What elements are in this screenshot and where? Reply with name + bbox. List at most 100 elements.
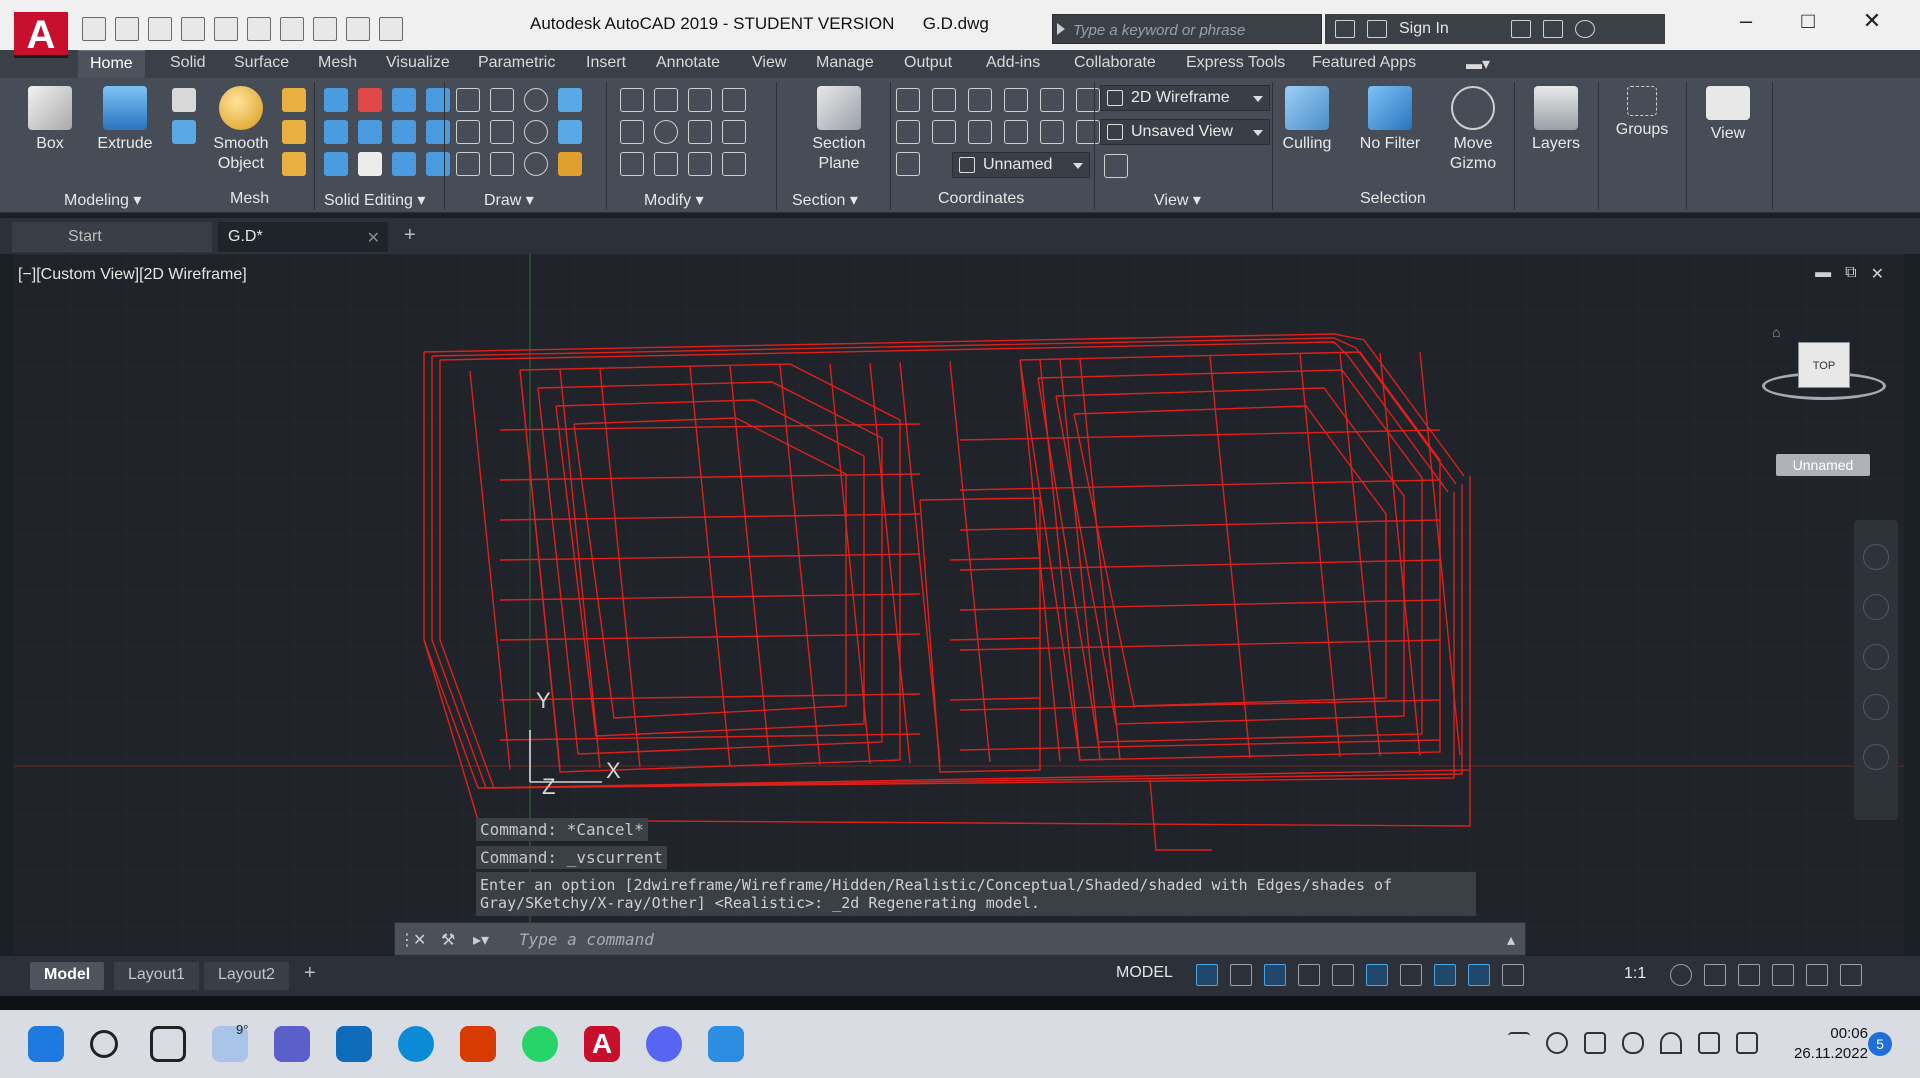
tab-annotate[interactable]: Annotate [656,54,720,72]
edge-icon[interactable] [398,1026,434,1062]
grid-display-icon[interactable] [1196,964,1218,986]
panel-selection-label[interactable]: Selection [1360,190,1426,208]
ucs-menu[interactable]: Unnamed [1776,454,1870,476]
undo-icon[interactable] [313,17,337,41]
add-layout-button[interactable]: + [304,962,316,985]
polar-tracking-icon[interactable] [1298,964,1320,986]
isolate-objects-icon[interactable] [1738,964,1760,986]
cart-icon[interactable] [1510,20,1531,38]
keyboard-icon[interactable] [1584,1032,1606,1054]
viewport-minimize-icon[interactable]: ▬ [1815,264,1831,284]
panel-draw-label[interactable]: Draw ▾ [484,190,534,210]
thicken-icon[interactable] [324,120,348,144]
ucs-x-icon[interactable] [932,120,956,144]
tab-start[interactable]: Start [12,222,212,252]
match-properties-icon[interactable] [558,152,582,176]
drawing-viewport[interactable]: Y X Z [−][Custom View][2D Wireframe] ▬ ⧉… [14,254,1904,954]
tab-manage[interactable]: Manage [816,54,874,72]
presspull-icon[interactable] [172,120,196,144]
viewcube[interactable]: ⌂ TOP [1754,324,1894,452]
tab-express-tools[interactable]: Express Tools [1186,54,1285,72]
visual-style-dropdown[interactable]: 2D Wireframe [1100,85,1270,111]
tab-view[interactable]: View [752,54,786,72]
ucs-z-icon[interactable] [1004,120,1028,144]
discord-icon[interactable] [646,1026,682,1062]
auto-scale-icon[interactable] [1468,964,1490,986]
binoculars-icon[interactable] [1335,20,1355,38]
tab-model[interactable]: Model [30,962,105,990]
panel-coordinates-label[interactable]: Coordinates [938,190,1024,208]
print-icon[interactable] [280,17,304,41]
separate-icon[interactable] [358,152,382,176]
layers-button[interactable]: Layers [1518,86,1594,154]
mesh-primitive-icon[interactable] [282,88,306,112]
ucs-dropdown[interactable]: Unnamed [952,152,1090,178]
tab-document[interactable]: G.D* ✕ [218,222,388,252]
tab-solid[interactable]: Solid [170,54,206,72]
tab-layout1[interactable]: Layout1 [114,962,199,990]
close-tab-icon[interactable]: ✕ [367,228,380,248]
ucs-3point-icon[interactable] [896,120,920,144]
search-icon[interactable] [90,1030,118,1058]
workspace-gear-icon[interactable] [1670,964,1692,986]
object-snap-tracking-icon[interactable] [1366,964,1388,986]
wifi-icon[interactable] [1660,1032,1682,1054]
tab-insert[interactable]: Insert [586,54,626,72]
maximize-button[interactable]: □ [1788,8,1828,34]
remote-desktop-icon[interactable] [708,1026,744,1062]
close-button[interactable]: ✕ [1852,8,1892,34]
tab-parametric[interactable]: Parametric [478,54,555,72]
autocad-taskbar-icon[interactable]: A [584,1026,620,1062]
clean-screen-icon[interactable] [1806,964,1828,986]
recent-commands-icon[interactable]: ▸▾ [473,930,489,950]
open-file-icon[interactable] [115,17,139,41]
model-space-toggle[interactable]: MODEL [1116,964,1173,982]
tab-featured-apps[interactable]: Featured Apps [1312,54,1416,72]
tab-collaborate[interactable]: Collaborate [1074,54,1156,72]
circle-icon[interactable] [524,120,548,144]
slice-icon[interactable] [426,88,450,112]
offset-icon[interactable] [688,152,712,176]
tab-mesh[interactable]: Mesh [318,54,357,72]
viewport-restore-icon[interactable]: ⧉ [1845,264,1856,284]
annotation-scale-icon[interactable] [1502,964,1524,986]
ellipse-icon[interactable] [524,152,548,176]
snap-mode-icon[interactable] [1230,964,1252,986]
application-menu-button[interactable]: A [14,12,68,58]
save-as-icon[interactable] [181,17,205,41]
hardware-acceleration-icon[interactable] [1772,964,1794,986]
rotate-3d-icon[interactable] [688,88,712,112]
save-icon[interactable] [148,17,172,41]
showmotion-icon[interactable] [1863,744,1889,770]
autodesk-app-icon[interactable] [1542,20,1563,38]
annotation-monitor-icon[interactable] [1704,964,1726,986]
panel-modify-label[interactable]: Modify ▾ [644,190,704,210]
extrude-faces-icon[interactable] [426,120,450,144]
drawing-canvas[interactable]: Y X Z [14,254,1904,954]
tab-layout2[interactable]: Layout2 [204,962,289,990]
battery-icon[interactable] [1736,1032,1758,1054]
ucs-y-icon[interactable] [968,120,992,144]
extract-edges-icon[interactable] [358,120,382,144]
mirror-3d-icon[interactable] [558,120,582,144]
home-icon[interactable]: ⌂ [1772,324,1780,340]
taper-faces-icon[interactable] [426,152,450,176]
ucs-zaxis-icon[interactable] [1040,120,1064,144]
ucs-world-icon[interactable] [932,88,956,112]
tab-visualize[interactable]: Visualize [386,54,450,72]
panel-view-label[interactable]: View ▾ [1154,190,1201,210]
customize-qat-icon[interactable] [379,17,403,41]
box-button[interactable]: Box [22,86,78,154]
array-icon[interactable] [722,152,746,176]
object-snap-icon[interactable] [1400,964,1422,986]
viewport-controls-label[interactable]: [−][Custom View][2D Wireframe] [18,266,247,284]
mesh-crease-icon[interactable] [282,152,306,176]
ucs-view-icon[interactable] [1004,88,1028,112]
ucs-origin-icon[interactable] [968,88,992,112]
customization-menu-icon[interactable] [1840,964,1862,986]
rotate-icon[interactable] [654,120,678,144]
polygon-icon[interactable] [456,152,480,176]
3d-array-icon[interactable] [620,120,644,144]
union-icon[interactable] [324,88,348,112]
spline-icon[interactable] [456,120,480,144]
